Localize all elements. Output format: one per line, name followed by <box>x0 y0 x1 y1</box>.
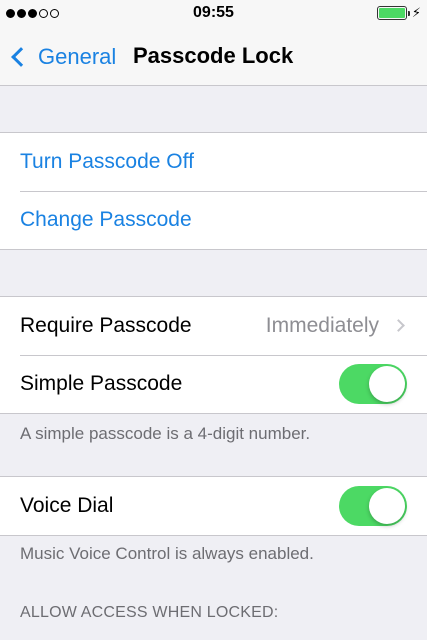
turn-passcode-off-label: Turn Passcode Off <box>20 150 194 173</box>
change-passcode-label: Change Passcode <box>20 208 192 231</box>
voice-dial-label: Voice Dial <box>20 494 114 517</box>
back-button-label: General <box>38 44 117 69</box>
turn-passcode-off-button[interactable]: Turn Passcode Off <box>0 133 427 191</box>
simple-passcode-footer: A simple passcode is a 4-digit number. <box>20 424 311 443</box>
chevron-left-icon <box>11 47 31 67</box>
voice-dial-group: Voice Dial <box>0 476 427 536</box>
require-passcode-label: Require Passcode <box>20 314 192 337</box>
bolt-icon: ⚡ <box>411 5 421 20</box>
status-time: 09:55 <box>193 4 234 21</box>
simple-passcode-row: Simple Passcode <box>0 355 427 413</box>
chevron-right-icon <box>392 319 405 332</box>
require-passcode-row[interactable]: Require Passcode Immediately <box>0 297 427 355</box>
allow-access-section-header: ALLOW ACCESS WHEN LOCKED: <box>20 604 279 621</box>
status-bar: 09:55 ⚡ <box>0 0 427 28</box>
battery-fill <box>379 8 405 18</box>
back-button[interactable]: General <box>8 42 116 72</box>
toggle-knob <box>369 488 405 524</box>
change-passcode-button[interactable]: Change Passcode <box>0 191 427 249</box>
require-passcode-value: Immediately <box>265 314 379 337</box>
toggle-knob <box>369 366 405 402</box>
navigation-bar: General Passcode Lock <box>0 28 427 86</box>
battery-icon <box>377 6 410 20</box>
simple-passcode-label: Simple Passcode <box>20 372 183 395</box>
passcode-actions-group: Turn Passcode Off Change Passcode <box>0 132 427 250</box>
simple-passcode-toggle[interactable] <box>339 364 407 404</box>
voice-dial-row: Voice Dial <box>0 477 427 535</box>
voice-dial-footer: Music Voice Control is always enabled. <box>20 544 314 563</box>
page-title: Passcode Lock <box>133 43 294 68</box>
passcode-settings-group: Require Passcode Immediately Simple Pass… <box>0 296 427 414</box>
voice-dial-toggle[interactable] <box>339 486 407 526</box>
